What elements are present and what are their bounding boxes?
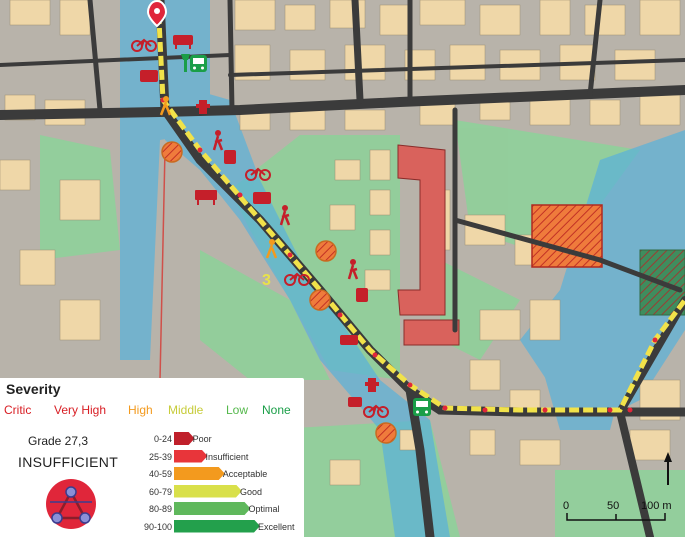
grade-range: 40-59 — [148, 469, 172, 479]
grade-bar — [174, 467, 225, 480]
tree-icon — [161, 141, 183, 163]
grade-label: Optimal — [248, 504, 280, 514]
grade-label: Insufficient — [205, 451, 249, 462]
grade-value: Grade 27,3 — [28, 434, 89, 448]
grade-label: Excellent — [258, 521, 295, 532]
grade-status: INSUFFICIENT — [18, 454, 119, 470]
tree-icon — [375, 422, 397, 444]
grade-label: Acceptable — [222, 469, 268, 479]
grade-label: Good — [239, 486, 262, 497]
severity-critic: Critic — [4, 403, 32, 417]
grade-range: 80-89 — [148, 504, 172, 514]
legend-title: Severity — [6, 381, 61, 397]
trash-bin-icon — [356, 288, 368, 302]
bench-icon — [340, 335, 358, 345]
bus-icon — [190, 55, 207, 72]
tree-icon — [309, 289, 331, 311]
tree-icon — [315, 240, 337, 262]
grade-label: Poor — [192, 434, 212, 444]
grade-range: 25-39 — [148, 451, 172, 462]
accessibility-emblem — [46, 479, 96, 529]
bus-icon — [413, 398, 431, 416]
grade-range: 90-100 — [143, 521, 172, 532]
severity-very-high: Very High — [54, 403, 107, 417]
severity-low: Low — [226, 403, 249, 417]
bench-icon — [253, 192, 271, 204]
grade-range: 0-24 — [153, 434, 172, 444]
grade-bar — [174, 520, 260, 533]
severity-middle: Middle — [168, 403, 204, 417]
grade-bar — [174, 485, 242, 498]
grade-bar — [174, 432, 195, 445]
scale-label-text: 50 — [607, 500, 620, 512]
trash-bin-icon — [224, 150, 236, 164]
severity-high: High — [128, 403, 153, 417]
bench-icon — [140, 70, 158, 82]
scale-label-0: 0 — [563, 500, 569, 512]
scale-label-text: 0 — [563, 500, 570, 512]
scale-label-text: 100 m — [641, 500, 672, 512]
segment-label: 3 — [262, 272, 271, 289]
severity-none: None — [262, 403, 291, 417]
grade-bar — [174, 502, 251, 515]
scale-label-50: 50 — [607, 500, 619, 512]
scale-label-100: 100 m — [641, 500, 672, 512]
grade-range: 60-79 — [148, 486, 172, 497]
bench-icon — [348, 397, 362, 407]
severity-legend: Severity Critic Very High High Middle Lo… — [0, 378, 304, 537]
grade-bar — [174, 450, 208, 463]
